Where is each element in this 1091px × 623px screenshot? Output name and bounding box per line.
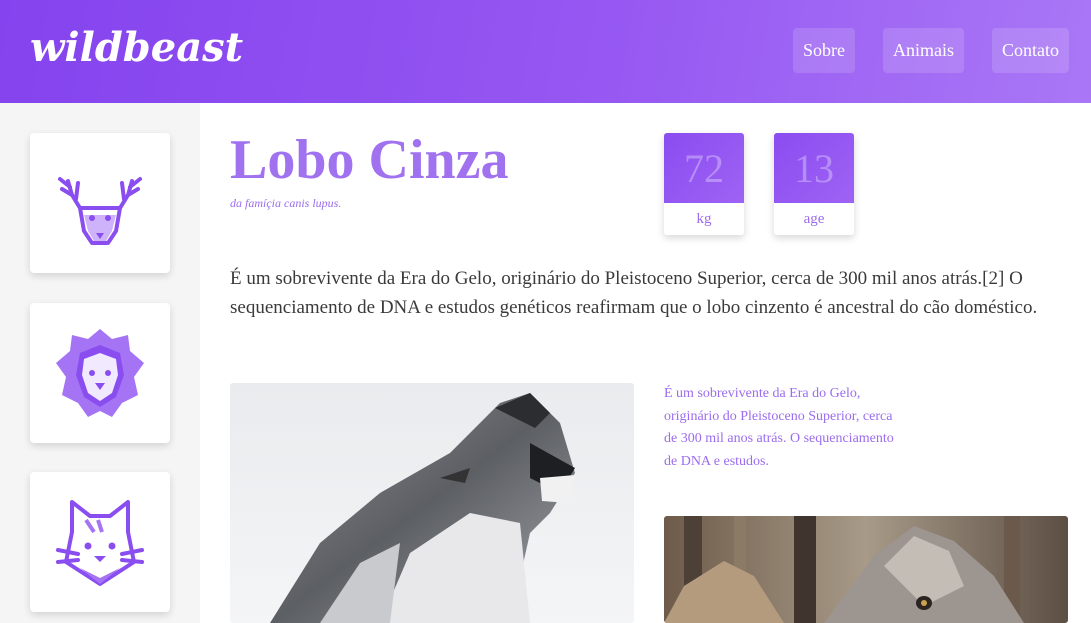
stat-value: 13 xyxy=(774,133,854,203)
page-subtitle: da famíçia canis lupus. xyxy=(230,196,342,210)
stat-label: kg xyxy=(696,210,712,227)
animal-card-deer[interactable] xyxy=(30,133,170,273)
main-nav: Sobre Animais Contato xyxy=(793,28,1069,73)
animal-card-cat[interactable] xyxy=(30,472,170,612)
stat-card-weight: 72 kg xyxy=(664,133,744,235)
page-title: Lobo Cinza xyxy=(230,129,509,191)
description-paragraph: É um sobrevivente da Era do Gelo, origin… xyxy=(230,268,1038,318)
cat-icon xyxy=(56,500,144,586)
deer-icon xyxy=(58,177,142,245)
sidebar xyxy=(0,103,200,623)
lion-icon xyxy=(56,329,144,417)
stat-value: 72 xyxy=(664,133,744,203)
nav-item-sobre[interactable]: Sobre xyxy=(793,28,855,73)
howling-wolf-photo xyxy=(230,383,634,623)
photo-caption: É um sobrevivente da Era do Gelo, origin… xyxy=(664,386,894,469)
nav-item-contato[interactable]: Contato xyxy=(992,28,1069,73)
nav-item-animais[interactable]: Animais xyxy=(883,28,964,73)
header: wildbeast Sobre Animais Contato xyxy=(0,0,1091,103)
stat-label: age xyxy=(803,210,825,227)
animal-card-lion[interactable] xyxy=(30,303,170,443)
logo[interactable]: wildbeast xyxy=(30,24,243,71)
stat-card-age: 13 age xyxy=(774,133,854,235)
wolf-portrait-photo xyxy=(664,516,1068,623)
